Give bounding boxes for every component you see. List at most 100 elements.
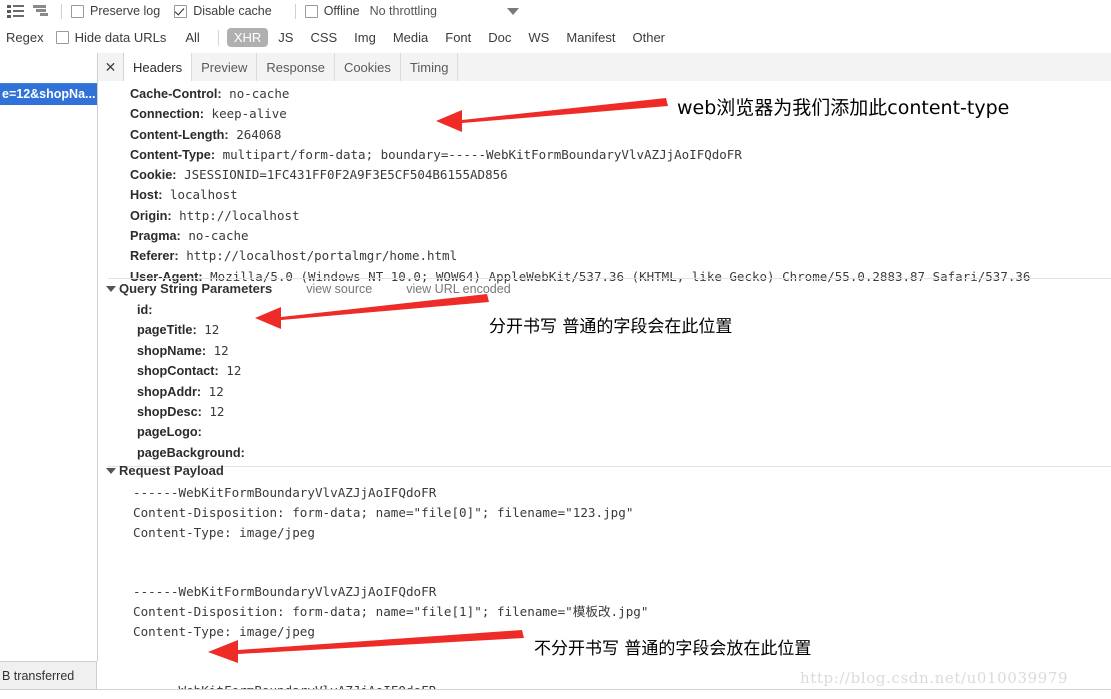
payload-line [133, 562, 648, 582]
param-name: shopContact: [137, 364, 219, 379]
filter-type-css[interactable]: CSS [303, 28, 344, 47]
toolbar-divider [61, 3, 62, 19]
list-view-icon[interactable] [6, 3, 26, 19]
param-row: pageLogo: [137, 422, 245, 442]
annotation-arrow-1 [436, 98, 668, 132]
param-row: shopContact: 12 [137, 361, 245, 381]
request-payload-title: Request Payload [119, 463, 224, 478]
disable-cache-label[interactable]: Disable cache [193, 4, 272, 18]
tab-cookies[interactable]: Cookies [335, 53, 401, 81]
param-row: pageTitle: 12 [137, 320, 245, 340]
param-row: shopAddr: 12 [137, 382, 245, 402]
filter-type-other[interactable]: Other [626, 28, 673, 47]
filter-type-manifest[interactable]: Manifest [559, 28, 622, 47]
section-divider-2 [108, 466, 1111, 467]
param-name: pageBackground: [137, 445, 245, 460]
param-value: 12 [204, 322, 220, 338]
tab-timing[interactable]: Timing [401, 53, 459, 81]
header-value: localhost [169, 187, 238, 203]
filter-type-font[interactable]: Font [438, 28, 478, 47]
header-name: Host: [130, 188, 163, 203]
header-value: JSESSIONID=1FC431FF0F2A9F3E5CF504B6155AD… [184, 167, 508, 183]
headers-detail-pane: Cache-Control: no-cache Connection: keep… [98, 81, 1111, 689]
network-toolbar: Preserve log Disable cache Offline No th… [0, 0, 1111, 22]
header-value: no-cache [229, 86, 290, 101]
tab-preview[interactable]: Preview [192, 53, 258, 81]
annotation-arrow-3 [208, 630, 524, 663]
param-value: 12 [209, 404, 225, 420]
annotation-query-params: 分开书写 普通的字段会在此位置 [489, 317, 733, 337]
header-row: Cookie: JSESSIONID=1FC431FF0F2A9F3E5CF50… [130, 165, 1030, 185]
query-string-params: id: pageTitle: 12 shopName: 12 shopConta… [137, 300, 245, 463]
param-row: id: [137, 300, 245, 320]
row-highlight [0, 83, 97, 84]
filter-type-all[interactable]: All [178, 28, 206, 47]
header-name: Origin: [130, 208, 172, 223]
payload-line [133, 542, 648, 562]
payload-line: Content-Type: image/jpeg [133, 524, 315, 540]
annotation-content-type: web浏览器为我们添加此content-type [677, 97, 1010, 119]
request-list: e=12&shopNa... [0, 53, 98, 661]
param-row: shopName: 12 [137, 341, 245, 361]
section-divider [108, 278, 1111, 279]
header-value: http://localhost [179, 207, 300, 223]
regex-label[interactable]: Regex [6, 30, 44, 45]
devtools-network-panel: Preserve log Disable cache Offline No th… [0, 0, 1111, 699]
param-name: shopAddr: [137, 384, 202, 399]
header-value: no-cache [188, 228, 249, 244]
payload-line: Content-Disposition: form-data; name="fi… [133, 603, 649, 619]
param-name: shopName: [137, 343, 207, 358]
detail-tab-bar: ✕ Headers Preview Response Cookies Timin… [98, 53, 1111, 82]
header-name: Content-Length: [130, 127, 229, 142]
filter-type-ws[interactable]: WS [521, 28, 556, 47]
header-row: Referer: http://localhost/portalmgr/home… [130, 246, 1030, 266]
header-name: Cache-Control: [130, 87, 222, 101]
filter-type-xhr[interactable]: XHR [226, 28, 269, 47]
request-payload-section-header: Request Payload [106, 463, 224, 478]
header-value: keep-alive [211, 106, 287, 122]
filter-type-media[interactable]: Media [386, 28, 435, 47]
payload-line: ------WebKitFormBoundaryVlvAZJjAoIFQdoFR [133, 485, 437, 500]
param-name: shopDesc: [137, 405, 202, 420]
header-name: Connection: [130, 107, 205, 122]
chevron-down-icon[interactable] [106, 467, 116, 474]
offline-checkbox[interactable] [304, 4, 318, 18]
param-name: pageTitle: [137, 323, 197, 338]
annotation-payload: 不分开书写 普通的字段会放在此位置 [534, 639, 812, 659]
tab-headers[interactable]: Headers [124, 53, 193, 81]
preserve-log-checkbox[interactable] [71, 4, 84, 18]
header-value: http://localhost/portalmgr/home.html [186, 248, 458, 264]
param-value: 12 [208, 383, 224, 399]
payload-line: ------WebKitFormBoundaryVlvAZJjAoIFQdoFR [133, 583, 437, 599]
param-value: 12 [226, 363, 242, 379]
filter-type-doc[interactable]: Doc [481, 28, 518, 47]
param-name: pageLogo: [137, 425, 202, 440]
header-name: Cookie: [130, 168, 177, 183]
request-list-item-label: e=12&shopNa... [2, 87, 96, 101]
param-value: 12 [213, 342, 229, 358]
header-row: Host: localhost [130, 185, 1030, 205]
hide-data-urls-checkbox[interactable] [55, 31, 69, 44]
payload-line: Content-Disposition: form-data; name="fi… [133, 504, 634, 520]
disable-cache-checkbox[interactable] [174, 4, 188, 18]
param-name: id: [137, 303, 153, 317]
filter-type-img[interactable]: Img [347, 28, 383, 47]
param-row: shopDesc: 12 [137, 402, 245, 422]
hide-data-urls-label[interactable]: Hide data URLs [75, 30, 167, 45]
toolbar-divider-2 [294, 3, 296, 19]
chevron-down-icon[interactable] [106, 285, 116, 292]
request-list-item-selected[interactable]: e=12&shopNa... [0, 83, 97, 105]
payload-line: ------WebKitFormBoundaryVlvAZJjAoIFQdoFR… [133, 681, 648, 689]
preserve-log-label[interactable]: Preserve log [90, 4, 160, 18]
header-value: 264068 [236, 126, 282, 142]
tab-response[interactable]: Response [257, 53, 335, 81]
transferred-label: B transferred [2, 668, 75, 683]
close-icon[interactable]: ✕ [98, 53, 124, 81]
throttling-select[interactable]: No throttling [370, 4, 437, 18]
waterfall-icon[interactable] [32, 3, 52, 19]
header-row: Content-Type: multipart/form-data; bound… [130, 145, 1030, 165]
header-name: Content-Type: [130, 147, 216, 162]
chevron-down-icon[interactable] [507, 7, 520, 15]
offline-label[interactable]: Offline [324, 4, 360, 18]
filter-type-js[interactable]: JS [271, 28, 300, 47]
